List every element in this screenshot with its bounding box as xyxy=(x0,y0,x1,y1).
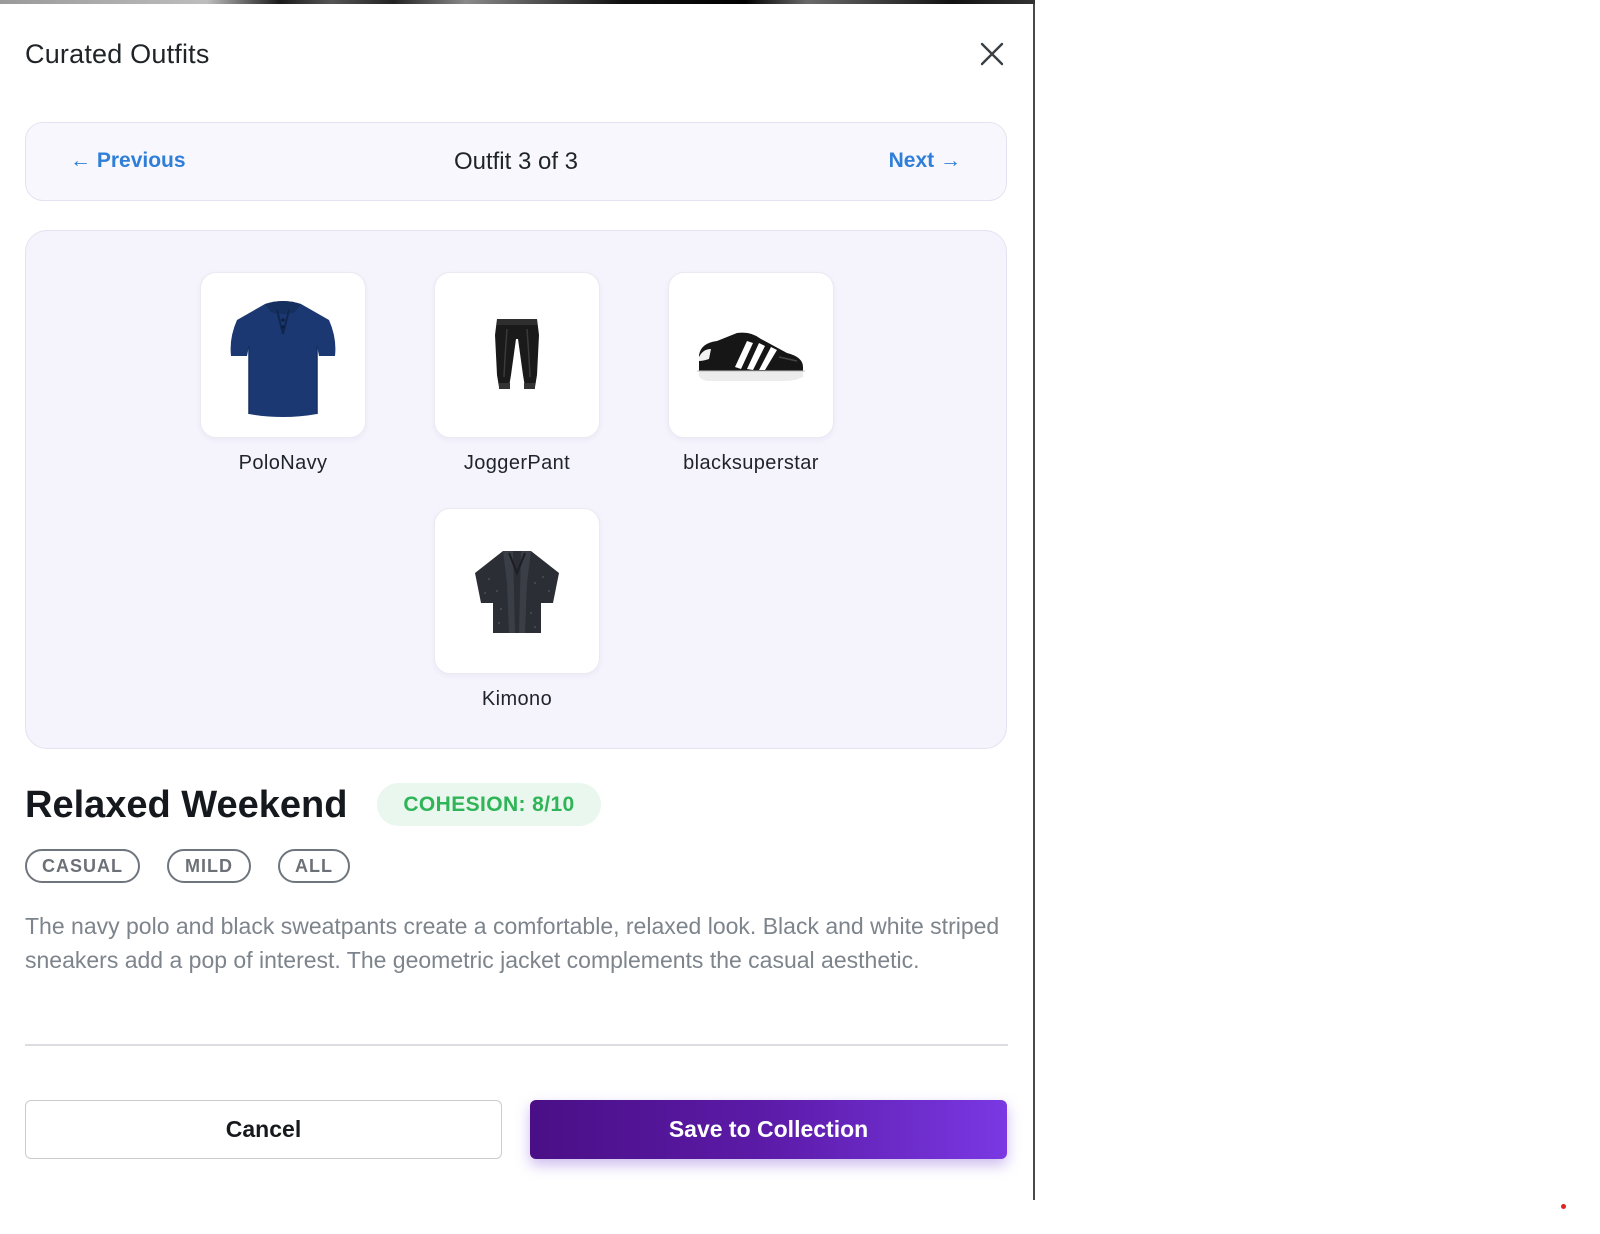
outfit-description: The navy polo and black sweatpants creat… xyxy=(25,913,1000,973)
outfit-item[interactable]: Kimono xyxy=(434,508,600,711)
outfit-navigation: ← Previous Outfit 3 of 3 Next → xyxy=(25,122,1007,201)
outfit-item[interactable]: JoggerPant xyxy=(434,272,600,475)
item-image-card[interactable] xyxy=(434,272,600,438)
cohesion-badge: COHESION: 8/10 xyxy=(377,783,601,826)
item-label: blacksuperstar xyxy=(683,452,819,474)
outfit-title: Relaxed Weekend xyxy=(25,784,348,826)
outfit-counter: Outfit 3 of 3 xyxy=(453,148,579,175)
modal-title: Curated Outfits xyxy=(25,39,210,69)
status-dot xyxy=(1561,1204,1566,1209)
tag-badge: MILD xyxy=(167,849,251,883)
close-icon xyxy=(980,42,1004,66)
item-label: PoloNavy xyxy=(238,452,328,474)
kimono-icon xyxy=(475,551,559,633)
outfit-item[interactable]: blacksuperstar xyxy=(668,272,834,475)
jogger-pant-icon xyxy=(495,319,539,389)
item-image-card[interactable] xyxy=(668,272,834,438)
tag-badge: ALL xyxy=(278,849,350,883)
outfit-item[interactable]: PoloNavy xyxy=(200,272,366,475)
tag-badge: CASUAL xyxy=(25,849,140,883)
cancel-button[interactable]: Cancel xyxy=(25,1100,502,1159)
item-image-card[interactable] xyxy=(200,272,366,438)
curated-outfits-modal: Curated Outfits ← Previous Outfit 3 of 3… xyxy=(0,4,1035,1200)
item-label: JoggerPant xyxy=(463,452,571,474)
item-image-card[interactable] xyxy=(434,508,600,674)
next-button[interactable]: Next → xyxy=(889,149,961,173)
save-to-collection-button[interactable]: Save to Collection xyxy=(530,1100,1007,1159)
polo-shirt-icon xyxy=(230,301,336,417)
divider xyxy=(25,1044,1008,1046)
close-button[interactable] xyxy=(974,36,1010,72)
item-label: Kimono xyxy=(481,688,553,710)
sneaker-icon xyxy=(697,332,805,381)
outfit-items-panel: PoloNavy JoggerPant blacksuperstar Kimon… xyxy=(25,230,1007,749)
